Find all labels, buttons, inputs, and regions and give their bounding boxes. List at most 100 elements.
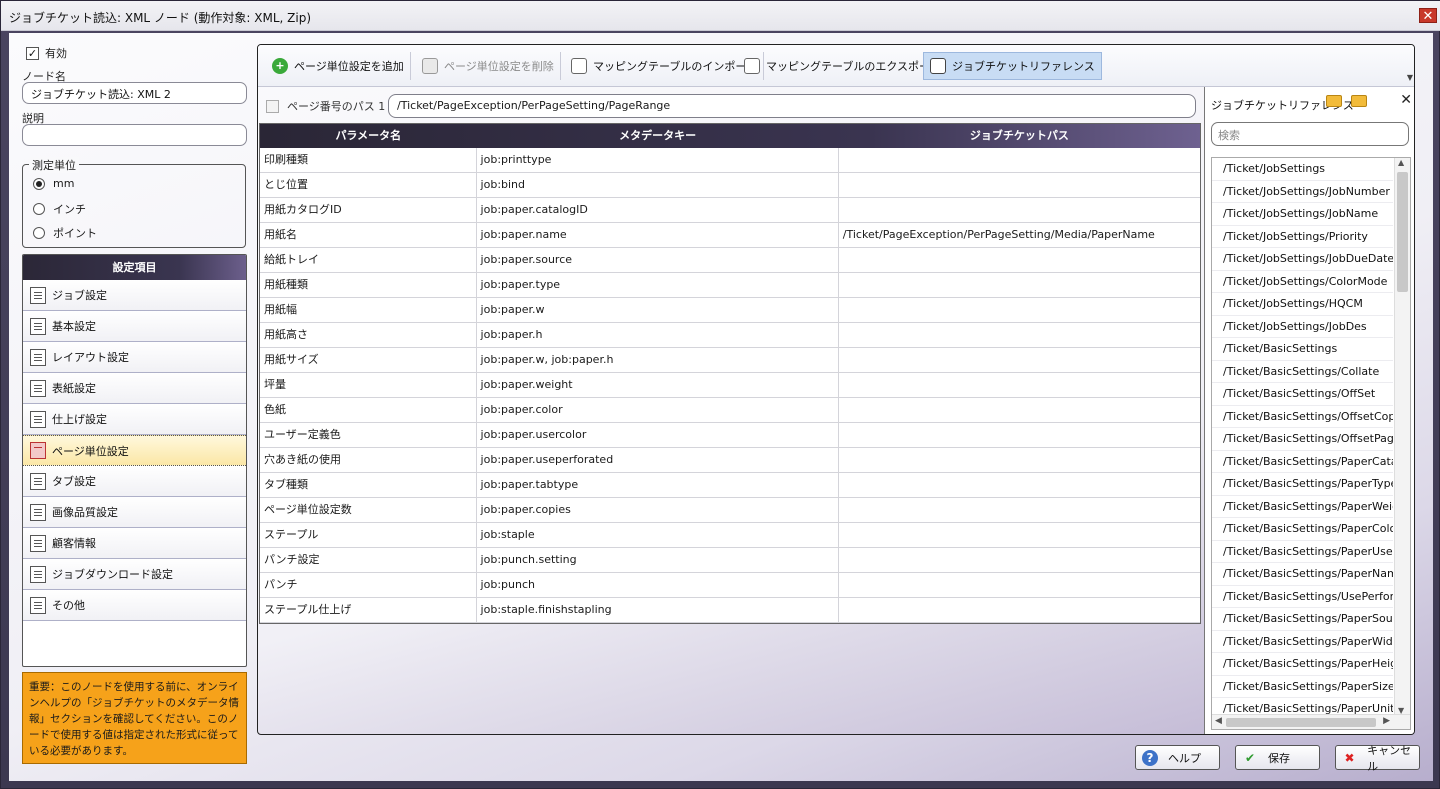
save-button[interactable]: ✔ 保存 — [1235, 745, 1320, 770]
table-cell[interactable]: タブ種類 — [260, 473, 477, 497]
page-path-checkbox-row[interactable]: ページ番号のパス 1 — [266, 98, 385, 114]
reference-search-input[interactable]: 検索 — [1211, 122, 1409, 146]
column-header[interactable]: パラメータ名 — [260, 124, 477, 148]
table-cell[interactable]: job:paper.weight — [477, 373, 839, 397]
table-cell[interactable]: job:paper.usercolor — [477, 423, 839, 447]
enabled-checkbox-row[interactable]: ✓ 有効 — [26, 45, 67, 61]
reference-list-item[interactable]: /Ticket/BasicSettings/PaperSize — [1212, 676, 1393, 698]
reference-list-item[interactable]: /Ticket/BasicSettings/OffsetPages — [1212, 428, 1393, 451]
cancel-button[interactable]: ✖ キャンセル — [1335, 744, 1420, 773]
table-cell[interactable] — [839, 198, 1200, 222]
table-cell[interactable]: ページ単位設定数 — [260, 498, 477, 522]
table-row[interactable]: 用紙カタログID job:paper.catalogID — [260, 198, 1200, 223]
scroll-up-icon[interactable]: ▲ — [1398, 158, 1404, 167]
page-path-checkbox[interactable] — [266, 99, 279, 113]
table-cell[interactable]: job:paper.copies — [477, 498, 839, 522]
table-cell[interactable]: /Ticket/PageException/PerPageSetting/Med… — [839, 223, 1200, 247]
table-cell[interactable]: パンチ設定 — [260, 548, 477, 572]
table-cell[interactable]: job:punch — [477, 573, 839, 597]
table-cell[interactable]: 色紙 — [260, 398, 477, 422]
column-header[interactable]: メタデータキー — [477, 124, 839, 148]
table-cell[interactable]: ステープル — [260, 523, 477, 547]
table-row[interactable]: ユーザー定義色 job:paper.usercolor — [260, 423, 1200, 448]
enabled-checkbox[interactable]: ✓ — [26, 46, 39, 60]
table-cell[interactable]: 用紙名 — [260, 223, 477, 247]
scroll-thumb[interactable] — [1226, 718, 1376, 727]
table-row[interactable]: パンチ job:punch — [260, 573, 1200, 598]
table-cell[interactable] — [839, 273, 1200, 297]
scroll-right-icon[interactable]: ▶ — [1383, 716, 1390, 726]
folder-delete-icon[interactable] — [1351, 95, 1367, 107]
reference-list-item[interactable]: /Ticket/BasicSettings/PaperWeight — [1212, 496, 1393, 518]
table-cell[interactable] — [839, 498, 1200, 522]
reference-list-item[interactable]: /Ticket/BasicSettings/PaperHeight — [1212, 653, 1393, 676]
radio-point[interactable] — [33, 227, 45, 239]
reference-list-item[interactable]: /Ticket/BasicSettings/PaperType — [1212, 473, 1393, 496]
table-cell[interactable]: 用紙幅 — [260, 298, 477, 322]
reference-list-item[interactable]: /Ticket/JobSettings/Priority — [1212, 226, 1393, 248]
column-header[interactable]: ジョブチケットパス — [839, 124, 1200, 148]
reference-list-item[interactable]: /Ticket/JobSettings/JobName — [1212, 203, 1393, 226]
reference-list-item[interactable]: /Ticket/BasicSettings/PaperName — [1212, 563, 1393, 586]
vertical-scrollbar[interactable]: ▲ ▼ — [1394, 158, 1410, 715]
table-row[interactable]: 穴あき紙の使用 job:paper.useperforated — [260, 448, 1200, 473]
reference-list-item[interactable]: /Ticket/JobSettings/JobDes — [1212, 316, 1393, 338]
delete-per-page-button[interactable]: ページ単位設定を削除 — [416, 52, 561, 80]
settings-item-customer[interactable]: 顧客情報 — [23, 528, 246, 559]
reference-list-item[interactable]: /Ticket/JobSettings/JobDueDate — [1212, 248, 1393, 271]
reference-list-item[interactable]: /Ticket/JobSettings/JobNumber — [1212, 181, 1393, 203]
close-icon[interactable]: ✕ — [1400, 92, 1412, 108]
table-cell[interactable]: 給紙トレイ — [260, 248, 477, 272]
table-cell[interactable] — [839, 323, 1200, 347]
settings-item-image-quality[interactable]: 画像品質設定 — [23, 497, 246, 528]
table-row[interactable]: 用紙名 job:paper.name/Ticket/PageException/P… — [260, 223, 1200, 248]
table-cell[interactable]: job:paper.color — [477, 398, 839, 422]
settings-item-per-page[interactable]: ページ単位設定 — [23, 435, 246, 466]
table-cell[interactable]: 穴あき紙の使用 — [260, 448, 477, 472]
table-cell[interactable] — [839, 148, 1200, 172]
table-cell[interactable] — [839, 173, 1200, 197]
radio-inch[interactable] — [33, 203, 45, 215]
table-row[interactable]: パンチ設定 job:punch.setting — [260, 548, 1200, 573]
open-folder-icon[interactable] — [1326, 95, 1342, 107]
table-cell[interactable]: ステープル仕上げ — [260, 598, 477, 622]
table-cell[interactable]: job:paper.source — [477, 248, 839, 272]
settings-item-layout[interactable]: レイアウト設定 — [23, 342, 246, 373]
reference-list-item[interactable]: /Ticket/BasicSettings/OffsetCopies — [1212, 406, 1393, 428]
toolbar-overflow-icon[interactable]: ▼ — [1407, 73, 1413, 82]
page-path-input[interactable]: /Ticket/PageException/PerPageSetting/Pag… — [388, 94, 1196, 118]
table-cell[interactable]: job:paper.catalogID — [477, 198, 839, 222]
table-row[interactable]: タブ種類 job:paper.tabtype — [260, 473, 1200, 498]
table-cell[interactable]: job:paper.w — [477, 298, 839, 322]
table-cell[interactable]: 用紙カタログID — [260, 198, 477, 222]
unit-option-mm[interactable]: mm — [33, 177, 74, 190]
settings-item-cover[interactable]: 表紙設定 — [23, 373, 246, 404]
table-cell[interactable]: job:paper.type — [477, 273, 839, 297]
table-cell[interactable]: job:paper.tabtype — [477, 473, 839, 497]
table-cell[interactable] — [839, 398, 1200, 422]
table-cell[interactable] — [839, 548, 1200, 572]
table-cell[interactable]: job:punch.setting — [477, 548, 839, 572]
table-cell[interactable] — [839, 423, 1200, 447]
table-row[interactable]: 用紙サイズ job:paper.w, job:paper.h — [260, 348, 1200, 373]
horizontal-scrollbar[interactable]: ◀ ▶ — [1212, 714, 1410, 729]
reference-list-item[interactable]: /Ticket/BasicSettings/UsePerforated — [1212, 586, 1393, 608]
node-name-field[interactable]: ジョブチケット読込: XML 2 — [22, 82, 247, 104]
table-row[interactable]: ステープル仕上げ job:staple.finishstapling — [260, 598, 1200, 623]
table-cell[interactable]: 坪量 — [260, 373, 477, 397]
add-per-page-button[interactable]: + ページ単位設定を追加 — [266, 52, 411, 80]
table-cell[interactable] — [839, 598, 1200, 622]
table-row[interactable]: 印刷種類 job:printtype — [260, 148, 1200, 173]
unit-option-inch[interactable]: インチ — [33, 201, 86, 217]
table-cell[interactable]: 用紙高さ — [260, 323, 477, 347]
table-cell[interactable]: ユーザー定義色 — [260, 423, 477, 447]
table-cell[interactable]: とじ位置 — [260, 173, 477, 197]
help-button[interactable]: ? ヘルプ — [1135, 745, 1220, 770]
table-row[interactable]: 用紙幅 job:paper.w — [260, 298, 1200, 323]
scroll-left-icon[interactable]: ◀ — [1215, 716, 1222, 726]
unit-option-point[interactable]: ポイント — [33, 225, 97, 241]
table-cell[interactable]: パンチ — [260, 573, 477, 597]
reference-list-item[interactable]: /Ticket/BasicSettings/PaperUserColor — [1212, 541, 1393, 563]
table-cell[interactable]: job:paper.name — [477, 223, 839, 247]
table-cell[interactable]: job:paper.w, job:paper.h — [477, 348, 839, 372]
